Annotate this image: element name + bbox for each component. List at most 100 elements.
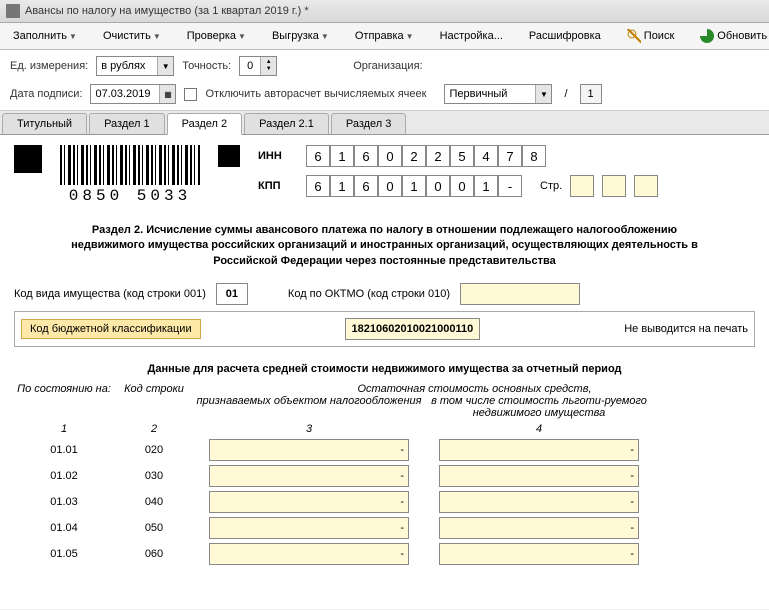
page-num-input[interactable] — [580, 84, 602, 104]
chevron-down-icon[interactable]: ▼ — [157, 57, 173, 75]
col-header-obj: признаваемых объектом налогообложения — [194, 395, 424, 419]
property-code-label: Код вида имущества (код строки 001) — [14, 288, 206, 300]
chevron-down-icon[interactable]: ▼ — [535, 85, 551, 103]
tab-section2[interactable]: Раздел 2 — [167, 113, 243, 135]
kpp-label: КПП — [258, 180, 298, 192]
params-panel: Ед. измерения: ▼ Точность: ▲▼ Организаци… — [0, 50, 769, 111]
precision-select[interactable]: ▲▼ — [239, 56, 277, 76]
row-code: 040 — [114, 496, 194, 508]
chevron-down-icon: ▼ — [406, 32, 414, 41]
section-title: Раздел 2. Исчисление суммы авансового пл… — [54, 223, 715, 269]
table-row: 01.05060 — [14, 543, 755, 565]
inn-cell[interactable]: 1 — [330, 145, 354, 167]
value-input-lgot[interactable] — [439, 491, 639, 513]
page-cell[interactable] — [602, 175, 626, 197]
barcode: 0850 5033 — [60, 145, 200, 205]
kbk-value[interactable]: 18210602010021000110 — [345, 318, 481, 340]
inn-cell[interactable]: 2 — [402, 145, 426, 167]
table-row: 01.01020 — [14, 439, 755, 461]
fill-button[interactable]: Заполнить▼ — [6, 27, 84, 45]
row-code: 050 — [114, 522, 194, 534]
barcode-text: 0850 5033 — [69, 187, 191, 205]
spinner-icon[interactable]: ▲▼ — [260, 57, 276, 75]
toolbar: Заполнить▼ Очистить▼ Проверка▼ Выгрузка▼… — [0, 23, 769, 50]
inn-cell[interactable]: 6 — [306, 145, 330, 167]
value-input-obj[interactable] — [209, 465, 409, 487]
disable-autocalc-checkbox[interactable] — [184, 88, 197, 101]
inn-cell[interactable]: 4 — [474, 145, 498, 167]
unit-select[interactable]: ▼ — [96, 56, 174, 76]
app-icon — [6, 4, 20, 18]
refresh-button[interactable]: Обновить — [693, 26, 769, 46]
settings-button[interactable]: Настройка... — [433, 27, 510, 45]
inn-cell[interactable]: 5 — [450, 145, 474, 167]
property-code-value[interactable]: 01 — [216, 283, 248, 305]
kpp-cell[interactable]: 1 — [402, 175, 426, 197]
tab-section2-1[interactable]: Раздел 2.1 — [244, 113, 329, 134]
chevron-down-icon: ▼ — [153, 32, 161, 41]
marker-square — [14, 145, 42, 173]
barcode-bars — [60, 145, 200, 185]
oktmo-label: Код по ОКТМО (код строки 010) — [288, 288, 450, 300]
kpp-cell[interactable]: 0 — [378, 175, 402, 197]
kbk-label: Код бюджетной классификации — [21, 319, 201, 339]
chevron-down-icon: ▼ — [321, 32, 329, 41]
row-date: 01.03 — [14, 496, 114, 508]
page-cell[interactable] — [570, 175, 594, 197]
value-input-lgot[interactable] — [439, 439, 639, 461]
decrypt-button[interactable]: Расшифровка — [522, 27, 608, 45]
value-input-obj[interactable] — [209, 543, 409, 565]
primary-select[interactable]: ▼ — [444, 84, 552, 104]
row-code: 060 — [114, 548, 194, 560]
send-button[interactable]: Отправка▼ — [348, 27, 421, 45]
value-input-lgot[interactable] — [439, 517, 639, 539]
upload-button[interactable]: Выгрузка▼ — [265, 27, 336, 45]
kpp-cell[interactable]: 0 — [450, 175, 474, 197]
col-header-lgot: в том числе стоимость льготи-руемого нед… — [424, 395, 654, 419]
kbk-row: Код бюджетной классификации 182106020100… — [14, 311, 755, 347]
window-title: Авансы по налогу на имущество (за 1 квар… — [25, 5, 309, 17]
oktmo-input[interactable] — [460, 283, 580, 305]
row-code: 020 — [114, 444, 194, 456]
row-date: 01.01 — [14, 444, 114, 456]
search-button[interactable]: Поиск — [620, 26, 681, 46]
chevron-down-icon: ▼ — [238, 32, 246, 41]
clear-button[interactable]: Очистить▼ — [96, 27, 168, 45]
tab-title[interactable]: Титульный — [2, 113, 87, 134]
value-input-lgot[interactable] — [439, 543, 639, 565]
calendar-icon[interactable]: ▦ — [159, 85, 175, 103]
tab-section3[interactable]: Раздел 3 — [331, 113, 407, 134]
col-header-date: По состоянию на: — [14, 383, 114, 419]
marker-square — [218, 145, 240, 167]
tabs: Титульный Раздел 1 Раздел 2 Раздел 2.1 Р… — [0, 111, 769, 135]
data-table: По состоянию на: Код строки Остаточная с… — [14, 383, 755, 565]
inn-cell[interactable]: 6 — [354, 145, 378, 167]
inn-cell[interactable]: 8 — [522, 145, 546, 167]
search-icon — [627, 29, 641, 43]
value-input-obj[interactable] — [209, 439, 409, 461]
value-input-obj[interactable] — [209, 517, 409, 539]
tab-section1[interactable]: Раздел 1 — [89, 113, 165, 134]
col-header-code: Код строки — [114, 383, 194, 419]
chevron-down-icon: ▼ — [69, 32, 77, 41]
date-input[interactable]: ▦ — [90, 84, 176, 104]
page-cell[interactable] — [634, 175, 658, 197]
kpp-cell[interactable]: 1 — [330, 175, 354, 197]
check-button[interactable]: Проверка▼ — [180, 27, 253, 45]
inn-cell[interactable]: 0 — [378, 145, 402, 167]
value-input-obj[interactable] — [209, 491, 409, 513]
row-date: 01.05 — [14, 548, 114, 560]
table-row: 01.03040 — [14, 491, 755, 513]
inn-cell[interactable]: 2 — [426, 145, 450, 167]
value-input-lgot[interactable] — [439, 465, 639, 487]
kpp-cell[interactable]: 6 — [354, 175, 378, 197]
kpp-cells: 61601001- — [306, 175, 522, 197]
kpp-cell[interactable]: 0 — [426, 175, 450, 197]
precision-label: Точность: — [182, 60, 231, 72]
inn-cells: 6160225478 — [306, 145, 546, 167]
kpp-cell[interactable]: - — [498, 175, 522, 197]
row-date: 01.02 — [14, 470, 114, 482]
inn-cell[interactable]: 7 — [498, 145, 522, 167]
kpp-cell[interactable]: 6 — [306, 175, 330, 197]
kpp-cell[interactable]: 1 — [474, 175, 498, 197]
